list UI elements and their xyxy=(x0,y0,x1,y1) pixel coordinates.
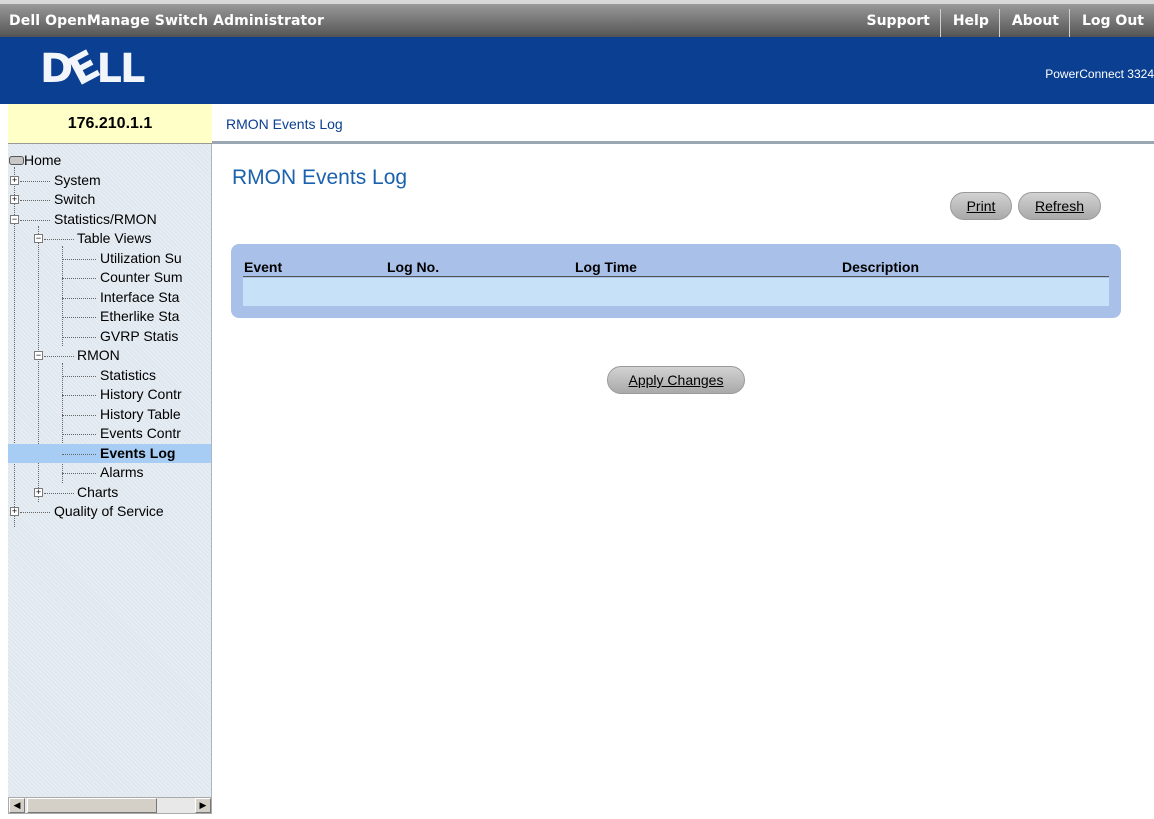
tree-item-alarms[interactable]: Alarms xyxy=(8,463,211,483)
support-link[interactable]: Support xyxy=(855,9,940,37)
tree-connector xyxy=(62,297,96,299)
tree-label: Alarms xyxy=(100,464,144,480)
tree-item-events-log[interactable]: Events Log xyxy=(8,443,211,463)
tree-item-counter-summary[interactable]: Counter Sum xyxy=(8,268,211,288)
column-header-log-time: Log Time xyxy=(575,259,637,275)
page-title: RMON Events Log xyxy=(232,166,408,189)
tree-connector xyxy=(44,492,74,494)
dell-logo: DELL xyxy=(40,42,146,96)
tree-item-charts[interactable]: + Charts xyxy=(8,483,211,503)
tree-label: RMON xyxy=(77,347,120,363)
tree-item-quality-of-service[interactable]: + Quality of Service xyxy=(8,502,211,522)
tree-connector xyxy=(62,258,96,260)
product-name: PowerConnect 3324 xyxy=(1045,67,1154,81)
tree-connector xyxy=(62,453,96,455)
tree-label: History Table xyxy=(100,405,181,422)
tree-label: Interface Sta xyxy=(100,288,180,305)
title-bar: Dell OpenManage Switch Administrator Sup… xyxy=(0,0,1154,37)
print-button[interactable]: Print xyxy=(950,192,1012,220)
tree-connector xyxy=(62,317,96,318)
home-icon xyxy=(9,156,24,165)
column-header-log-no: Log No. xyxy=(387,259,440,275)
tree-item-etherlike-statistics[interactable]: Etherlike Sta xyxy=(8,307,211,327)
tree-connector xyxy=(44,239,74,240)
tree-item-history-control[interactable]: History Contr xyxy=(8,385,211,405)
tree-connector xyxy=(62,336,96,338)
scrollbar-thumb[interactable] xyxy=(27,798,157,813)
tree-label: Counter Sum xyxy=(100,269,183,285)
tree-horizontal-scrollbar[interactable]: ◀ ▶ xyxy=(8,797,212,814)
expand-icon[interactable]: + xyxy=(34,487,43,497)
tree-connector xyxy=(62,278,96,279)
expand-icon[interactable]: + xyxy=(10,507,19,516)
top-links: Support Help About Log Out xyxy=(855,9,1154,37)
tree-label: Switch xyxy=(54,191,96,207)
tree-label: History Contr xyxy=(100,386,182,402)
tree-item-interface-statistics[interactable]: Interface Sta xyxy=(8,288,211,308)
tree-item-statistics-rmon[interactable]: − Statistics/RMON xyxy=(8,210,211,230)
banner: DELL PowerConnect 3324 xyxy=(0,37,1154,104)
collapse-icon[interactable]: − xyxy=(34,234,43,243)
tree-label: Home xyxy=(24,152,62,168)
tree-connector xyxy=(62,414,96,416)
logout-link[interactable]: Log Out xyxy=(1069,9,1154,37)
app-title: Dell OpenManage Switch Administrator xyxy=(9,13,325,29)
apply-changes-button[interactable]: Apply Changes xyxy=(607,366,745,394)
breadcrumb: RMON Events Log xyxy=(226,116,343,132)
refresh-button[interactable]: Refresh xyxy=(1018,192,1101,220)
tree-connector xyxy=(20,180,50,182)
header-divider xyxy=(243,276,1109,277)
navigation-tree: Home + System + Switch − Statistics/RMON… xyxy=(8,151,211,527)
tree-label: Events Log xyxy=(100,444,176,461)
scroll-right-icon[interactable]: ▶ xyxy=(195,798,211,813)
tree-label: Charts xyxy=(77,483,119,500)
collapse-icon[interactable]: − xyxy=(10,214,19,224)
tree-connector xyxy=(62,473,96,474)
expand-icon[interactable]: + xyxy=(10,175,19,185)
tree-label: GVRP Statis xyxy=(100,327,179,344)
main-content: RMON Events Log Print Refresh Event Log … xyxy=(212,144,1154,819)
tree-label: Utilization Su xyxy=(100,249,182,266)
tree-label: Quality of Service xyxy=(54,503,164,519)
column-header-event: Event xyxy=(244,259,283,275)
navigation-tree-panel: Home + System + Switch − Statistics/RMON… xyxy=(8,144,212,797)
table-row xyxy=(243,278,1109,306)
tree-label: Statistics xyxy=(100,366,157,383)
tree-item-table-views[interactable]: − Table Views xyxy=(8,229,211,249)
device-ip: 176.210.1.1 xyxy=(8,104,212,144)
tree-label: Statistics/RMON xyxy=(54,210,157,227)
tree-item-utilization-summary[interactable]: Utilization Su xyxy=(8,249,211,269)
about-link[interactable]: About xyxy=(998,9,1069,37)
tree-connector xyxy=(20,200,50,201)
tree-label: Etherlike Sta xyxy=(100,308,180,324)
help-link[interactable]: Help xyxy=(939,9,999,37)
tree-item-system[interactable]: + System xyxy=(8,171,211,191)
tree-item-events-control[interactable]: Events Contr xyxy=(8,424,211,444)
tree-item-rmon-statistics[interactable]: Statistics xyxy=(8,366,211,386)
collapse-icon[interactable]: − xyxy=(34,351,43,360)
tree-item-rmon[interactable]: − RMON xyxy=(8,346,211,366)
tree-item-home[interactable]: Home xyxy=(8,151,211,171)
tree-connector xyxy=(62,395,96,396)
tree-connector xyxy=(62,375,96,377)
tree-connector xyxy=(20,512,50,513)
tree-item-gvrp-statistics[interactable]: GVRP Statis xyxy=(8,327,211,347)
tree-connector xyxy=(20,219,50,221)
tree-item-switch[interactable]: + Switch xyxy=(8,190,211,210)
scroll-left-icon[interactable]: ◀ xyxy=(9,798,25,813)
tree-item-history-table[interactable]: History Table xyxy=(8,405,211,425)
column-header-description: Description xyxy=(842,259,920,275)
expand-icon[interactable]: + xyxy=(10,195,19,204)
tree-connector xyxy=(62,434,96,435)
tree-connector xyxy=(44,356,74,357)
breadcrumb-bar: RMON Events Log xyxy=(212,104,1154,144)
tree-label: System xyxy=(54,171,101,188)
tree-label: Table Views xyxy=(77,230,152,246)
events-log-table: Event Log No. Log Time Description xyxy=(231,244,1121,318)
tree-label: Events Contr xyxy=(100,425,181,441)
